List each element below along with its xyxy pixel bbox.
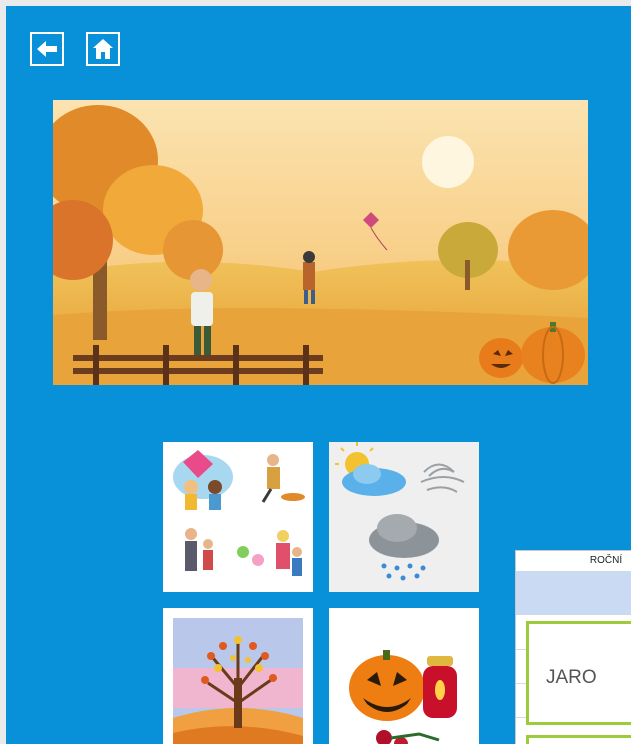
popup-title: ROČNÍ	[589, 555, 623, 566]
pumpkin-lantern-picture	[349, 650, 457, 744]
weather-picture	[335, 442, 465, 581]
weather-tile[interactable]	[329, 442, 479, 592]
season-spring-label: JARO	[546, 667, 597, 688]
autumn-activities-tile[interactable]	[163, 442, 313, 592]
autumn-tree-tile[interactable]	[163, 608, 313, 744]
autumn-activities-picture	[173, 450, 305, 576]
halloween-tile[interactable]	[329, 608, 479, 744]
home-icon	[93, 39, 113, 59]
arrow-left-icon	[37, 41, 57, 57]
season-next-box[interactable]	[526, 735, 631, 744]
home-button[interactable]	[86, 32, 120, 66]
autumn-park-illustration	[53, 100, 588, 385]
autumn-tree-picture	[173, 618, 303, 744]
main-panel: ROČNÍ JARO	[6, 6, 631, 744]
autumn-scene-image[interactable]	[53, 100, 588, 385]
popup-header-band	[516, 571, 631, 615]
seasons-popup: ROČNÍ JARO	[515, 550, 631, 744]
back-button[interactable]	[30, 32, 64, 66]
